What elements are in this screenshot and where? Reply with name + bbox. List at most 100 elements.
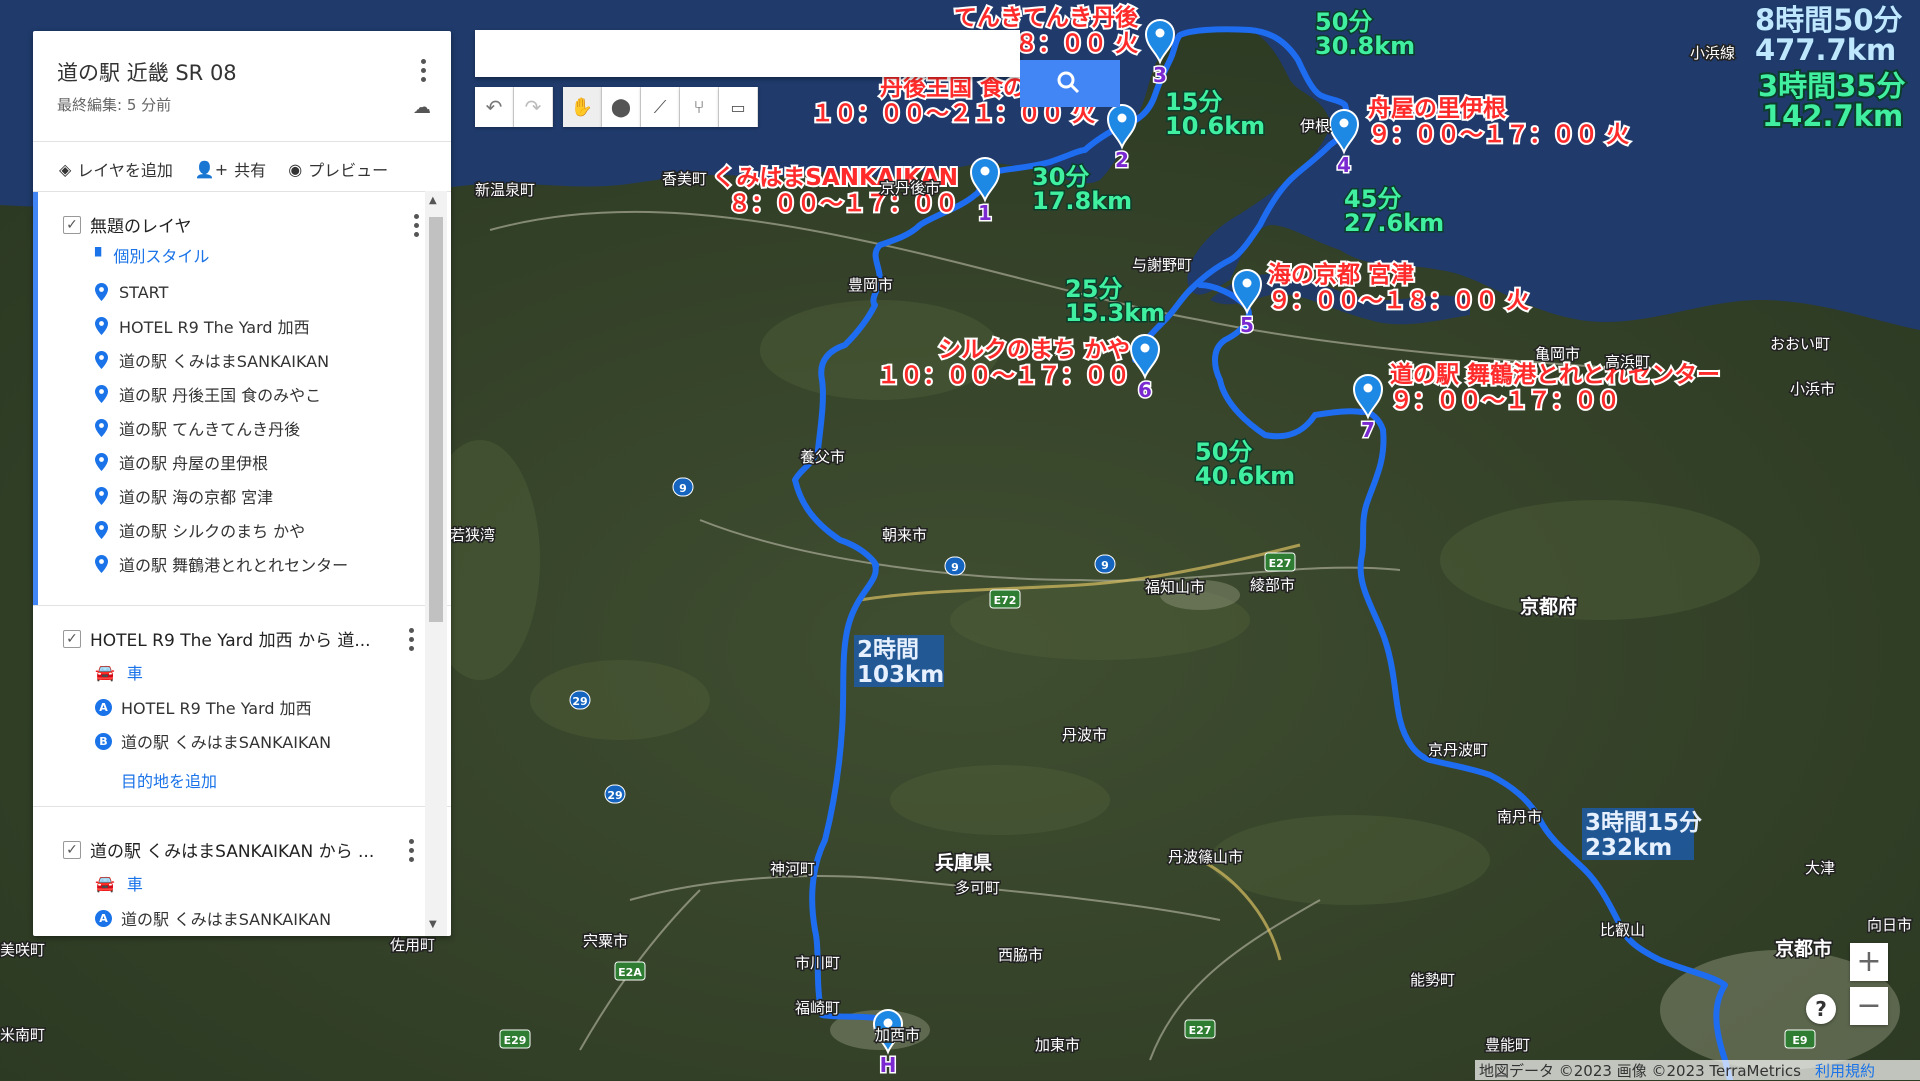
draw-line-button[interactable]: ⟋ bbox=[641, 87, 680, 127]
waypoint-a[interactable]: A 道の駅 くみはまSANKAIKAN bbox=[95, 906, 331, 930]
layer-options-icon[interactable] bbox=[409, 839, 415, 865]
road-number: E27 bbox=[1189, 1024, 1212, 1037]
layer-item-label: 道の駅 丹後王国 食のみやこ bbox=[119, 386, 322, 405]
hand-icon: ✋ bbox=[570, 96, 594, 118]
map-pin-icon bbox=[95, 351, 108, 369]
add-destination-link[interactable]: 目的地を追加 bbox=[121, 768, 217, 792]
travel-mode[interactable]: 🚘 車 bbox=[95, 871, 143, 895]
map-pin-icon bbox=[95, 555, 108, 573]
zoom-in-button[interactable]: + bbox=[1850, 943, 1888, 981]
waypoint-a[interactable]: A HOTEL R9 The Yard 加西 bbox=[95, 695, 312, 719]
long-leg-distance: 103km bbox=[857, 662, 944, 688]
share-button[interactable]: 👤+ 共有 bbox=[195, 157, 266, 181]
map-pin-icon bbox=[95, 453, 108, 471]
polyline-icon: ⟋ bbox=[653, 96, 667, 118]
preview-button[interactable]: ◉ プレビュー bbox=[288, 157, 388, 181]
waypoint-b[interactable]: B 道の駅 くみはまSANKAIKAN bbox=[95, 729, 331, 753]
stop-marker[interactable]: 5 bbox=[1231, 269, 1263, 339]
layer-item-label: 道の駅 シルクのまち かや bbox=[119, 522, 306, 541]
undo-button[interactable]: ↶ bbox=[475, 87, 514, 127]
leg-distance-label: 15.3km bbox=[1065, 299, 1165, 327]
place-label: 大津 bbox=[1805, 859, 1835, 877]
directions-button[interactable]: ⑂ bbox=[680, 87, 719, 127]
layer-checkbox[interactable]: ✓ bbox=[63, 216, 81, 234]
scroll-down-icon[interactable]: ▼ bbox=[429, 919, 437, 930]
scrollbar-thumb[interactable] bbox=[429, 217, 443, 622]
place-label: 宍粟市 bbox=[583, 932, 628, 950]
search-input[interactable] bbox=[475, 30, 955, 77]
terms-link[interactable]: 利用規約 bbox=[1815, 1060, 1875, 1081]
add-layer-button[interactable]: ◈ レイヤを追加 bbox=[59, 157, 173, 181]
road-number: E72 bbox=[994, 594, 1017, 607]
stop-marker[interactable]: 7 bbox=[1352, 374, 1384, 444]
more-options-icon[interactable] bbox=[421, 59, 427, 85]
car-icon: 🚘 bbox=[95, 662, 115, 682]
map-pin-icon bbox=[95, 521, 108, 539]
stop-marker[interactable]: 2 bbox=[1106, 104, 1138, 174]
directions-icon: ⑂ bbox=[693, 96, 705, 118]
stop-name-label: 道の駅 舞鶴港とれとれセンター bbox=[1390, 361, 1720, 388]
place-label: 兵庫県 bbox=[935, 851, 992, 874]
place-label: 向日市 bbox=[1867, 916, 1912, 934]
leg-distance-label: 27.6km bbox=[1344, 209, 1444, 237]
help-icon[interactable]: ? bbox=[1806, 994, 1836, 1024]
place-label: 神河町 bbox=[770, 860, 815, 878]
layer-item[interactable]: 道の駅 舞鶴港とれとれセンター bbox=[95, 552, 348, 576]
travel-mode[interactable]: 🚘 車 bbox=[95, 660, 143, 684]
pan-tool-button[interactable]: ✋ bbox=[563, 87, 602, 127]
zoom-out-button[interactable]: − bbox=[1850, 987, 1888, 1025]
pin-dot bbox=[1155, 28, 1165, 38]
road-shield: E72 bbox=[989, 589, 1021, 609]
road-shield: 29 bbox=[569, 690, 591, 710]
map-title[interactable]: 道の駅 近畿 SR 08 bbox=[57, 57, 237, 87]
long-leg-label: 3時間15分232km bbox=[1582, 808, 1702, 861]
place-label: 佐用町 bbox=[390, 936, 435, 954]
place-label: 比叡山 bbox=[1600, 921, 1645, 939]
layer-name[interactable]: 無題のレイヤ bbox=[90, 212, 192, 237]
road-number: 9 bbox=[679, 482, 687, 495]
layer-checkbox[interactable]: ✓ bbox=[63, 630, 81, 648]
panel-scrollbar[interactable]: ▲ ▼ bbox=[425, 191, 447, 936]
map-attribution: 地図データ ©2023 画像 ©2023 TerraMetrics 利用規約 bbox=[1475, 1060, 1920, 1080]
place-label: おおい町 bbox=[1770, 335, 1830, 353]
layer-checkbox[interactable]: ✓ bbox=[63, 841, 81, 859]
layers-panel: 道の駅 近畿 SR 08 最終編集: 5 分前 ☁ ◈ レイヤを追加 👤+ 共有… bbox=[33, 31, 451, 936]
place-label: 能勢町 bbox=[1410, 971, 1455, 989]
road-number: 9 bbox=[1101, 559, 1109, 572]
cloud-saved-icon: ☁ bbox=[413, 97, 431, 118]
road-number: E27 bbox=[1269, 557, 1292, 570]
road-shield: 9 bbox=[1094, 554, 1116, 574]
waypoint-a-icon: A bbox=[95, 909, 112, 927]
add-marker-button[interactable]: ⬤ bbox=[602, 87, 641, 127]
layer-options-icon[interactable] bbox=[409, 628, 415, 654]
layer-item[interactable]: 道の駅 くみはまSANKAIKAN bbox=[95, 348, 329, 372]
layer-item[interactable]: START bbox=[95, 280, 168, 304]
map-pin-icon bbox=[95, 385, 108, 403]
scroll-up-icon[interactable]: ▲ bbox=[429, 195, 437, 206]
layer-name[interactable]: HOTEL R9 The Yard 加西 から 道... bbox=[90, 626, 371, 651]
layer-item[interactable]: HOTEL R9 The Yard 加西 bbox=[95, 314, 310, 338]
layer-name[interactable]: 道の駅 くみはまSANKAIKAN から ... bbox=[90, 837, 374, 862]
redo-button[interactable]: ↷ bbox=[514, 87, 553, 127]
individual-style-link[interactable]: ▘ 個別スタイル bbox=[95, 243, 209, 267]
place-label: 若狭湾 bbox=[450, 526, 495, 544]
search-button[interactable] bbox=[1020, 60, 1120, 107]
layer-item[interactable]: 道の駅 てんきてんき丹後 bbox=[95, 416, 300, 440]
stop-number: 2 bbox=[1115, 148, 1129, 172]
map-pin-icon bbox=[1231, 269, 1263, 315]
map-pin-icon bbox=[95, 317, 108, 335]
layer-item[interactable]: 道の駅 シルクのまち かや bbox=[95, 518, 305, 542]
waypoint-a-label: HOTEL R9 The Yard 加西 bbox=[121, 699, 312, 718]
share-label: 共有 bbox=[234, 161, 267, 180]
road-number: E29 bbox=[504, 1034, 527, 1047]
stop-hours-label: ９：００〜１７：００ 火 bbox=[1368, 122, 1629, 148]
layer-item[interactable]: 道の駅 丹後王国 食のみやこ bbox=[95, 382, 321, 406]
layer-options-icon[interactable] bbox=[414, 214, 420, 240]
layer-item[interactable]: 道の駅 舟屋の里伊根 bbox=[95, 450, 268, 474]
measure-button[interactable]: ▭ bbox=[719, 87, 758, 127]
layer-item[interactable]: 道の駅 海の京都 宮津 bbox=[95, 484, 273, 508]
stop-marker[interactable]: 6 bbox=[1129, 334, 1161, 404]
place-label: 米南町 bbox=[0, 1026, 45, 1044]
car-icon: 🚘 bbox=[95, 873, 115, 893]
place-label: 綾部市 bbox=[1250, 576, 1295, 594]
